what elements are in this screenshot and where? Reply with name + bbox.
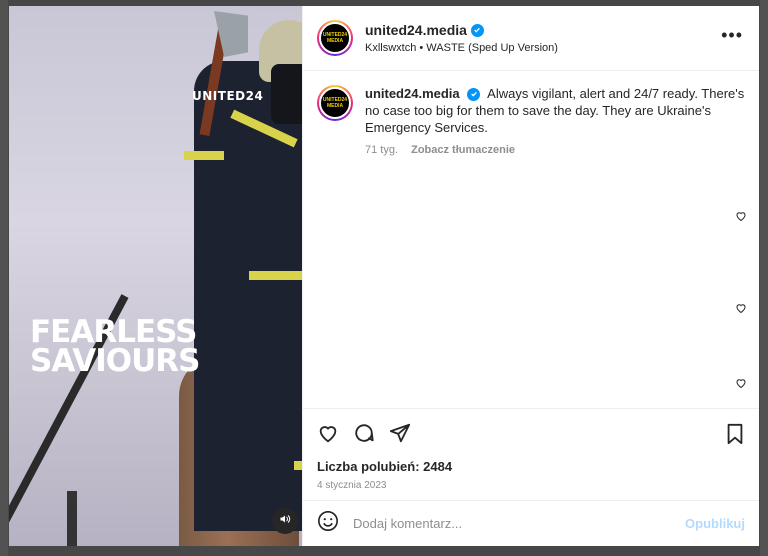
video-headline: FEARLESS SAVIOURS (30, 317, 200, 379)
audio-track-link[interactable]: Kxllswxtch • WASTE (Sped Up Version) (365, 42, 558, 54)
video-scene-firefighter (194, 61, 302, 531)
author-username[interactable]: united24.media (365, 22, 467, 38)
avatar[interactable]: UNITED24 MEDIA (319, 22, 351, 54)
heart-icon[interactable] (735, 209, 747, 222)
post-actions: Liczba polubień: 2484 4 stycznia 2023 (303, 408, 759, 500)
share-icon[interactable] (389, 422, 411, 444)
sound-toggle-button[interactable] (272, 508, 298, 534)
heart-icon[interactable] (735, 301, 747, 314)
backdrop-tile (0, 0, 8, 556)
post-date[interactable]: 4 stycznia 2023 (317, 480, 745, 491)
comments-list[interactable]: UNITED24 MEDIA united24.media Always vig… (303, 71, 759, 408)
speaker-icon (279, 512, 291, 530)
author-avatar-ring[interactable]: UNITED24 MEDIA (317, 20, 353, 56)
avatar[interactable]: UNITED24 MEDIA (319, 87, 351, 119)
publish-button[interactable]: Opublikuj (685, 516, 745, 531)
bookmark-icon[interactable] (725, 423, 745, 450)
more-options-button[interactable]: ••• (721, 26, 743, 44)
video-scene-mask (271, 64, 302, 124)
post-details-panel: UNITED24 MEDIA united24.media Kxllswxtch… (302, 6, 759, 546)
caption-username[interactable]: united24.media (365, 86, 460, 101)
post-header: UNITED24 MEDIA united24.media Kxllswxtch… (303, 6, 759, 71)
video-headline-line: SAVIOURS (30, 343, 200, 379)
post-age[interactable]: 71 tyg. (365, 144, 398, 156)
post-video[interactable]: UNITED24 FEARLESS SAVIOURS (9, 6, 302, 546)
post-modal: UNITED24 FEARLESS SAVIOURS UNITED24 MEDI… (9, 6, 759, 546)
video-watermark: UNITED24 (192, 89, 264, 103)
emoji-icon[interactable] (317, 510, 339, 537)
backdrop-tile (760, 0, 768, 556)
verified-badge-icon (470, 23, 484, 37)
comment-icon[interactable] (353, 422, 375, 444)
video-scene-pole (67, 491, 77, 546)
reflective-stripe (294, 461, 302, 470)
likes-count[interactable]: Liczba polubień: 2484 (317, 459, 745, 474)
heart-icon[interactable] (317, 422, 339, 444)
comment-input[interactable] (353, 516, 686, 531)
see-translation-button[interactable]: Zobacz tłumaczenie (411, 144, 515, 156)
caption-avatar-ring[interactable]: UNITED24 MEDIA (317, 85, 353, 121)
verified-badge-icon (467, 87, 481, 101)
reflective-stripe (249, 271, 302, 280)
comment-composer: Opublikuj (303, 500, 759, 546)
heart-icon[interactable] (735, 376, 747, 389)
post-caption: UNITED24 MEDIA united24.media Always vig… (317, 85, 745, 156)
reflective-stripe (184, 151, 224, 160)
